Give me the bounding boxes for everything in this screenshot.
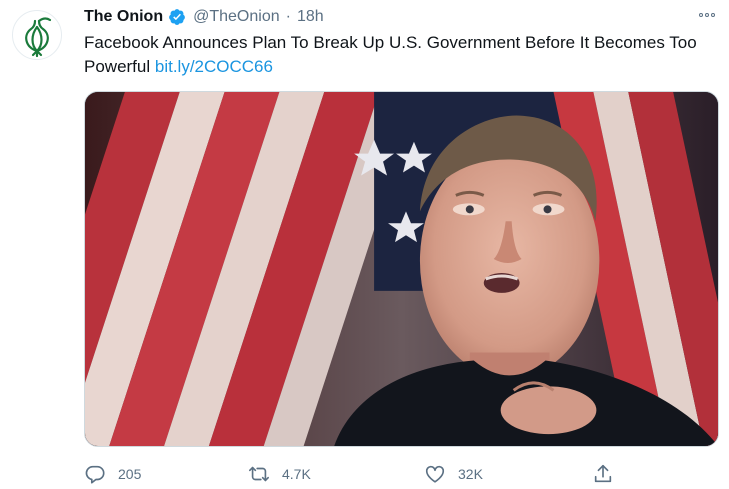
like-count: 32K (458, 466, 483, 482)
onion-logo-icon (25, 17, 52, 58)
more-dot-icon (699, 13, 703, 17)
user-handle[interactable]: @TheOnion (193, 8, 280, 26)
photo-image (85, 92, 718, 446)
reply-icon (85, 465, 105, 484)
heart-icon (425, 465, 445, 483)
reply-button[interactable]: 205 (84, 460, 141, 488)
timestamp[interactable]: 18h (297, 8, 324, 26)
separator-dot: · (285, 8, 291, 25)
share-button[interactable] (592, 460, 614, 488)
more-options-button[interactable] (695, 6, 719, 24)
retweet-count: 4.7K (282, 466, 311, 482)
tweet-text: Facebook Announces Plan To Break Up U.S.… (84, 31, 714, 79)
tweet-link[interactable]: bit.ly/2COCC66 (155, 57, 273, 76)
verified-badge-icon (168, 8, 186, 26)
more-dot-icon (705, 13, 709, 17)
share-icon (594, 464, 612, 483)
avatar[interactable] (12, 10, 62, 60)
reply-count: 205 (118, 466, 142, 482)
tweet-header: The Onion @TheOnion · 18h (84, 6, 324, 28)
like-button[interactable]: 32K (424, 460, 483, 488)
tweet-photo[interactable] (84, 91, 719, 447)
more-dot-icon (711, 13, 715, 17)
tweet[interactable]: The Onion @TheOnion · 18h Facebook Annou… (0, 0, 729, 489)
display-name[interactable]: The Onion (84, 8, 163, 26)
tweet-actions: 205 4.7K 32K (84, 460, 724, 488)
retweet-button[interactable]: 4.7K (248, 460, 311, 488)
retweet-icon (249, 466, 269, 482)
